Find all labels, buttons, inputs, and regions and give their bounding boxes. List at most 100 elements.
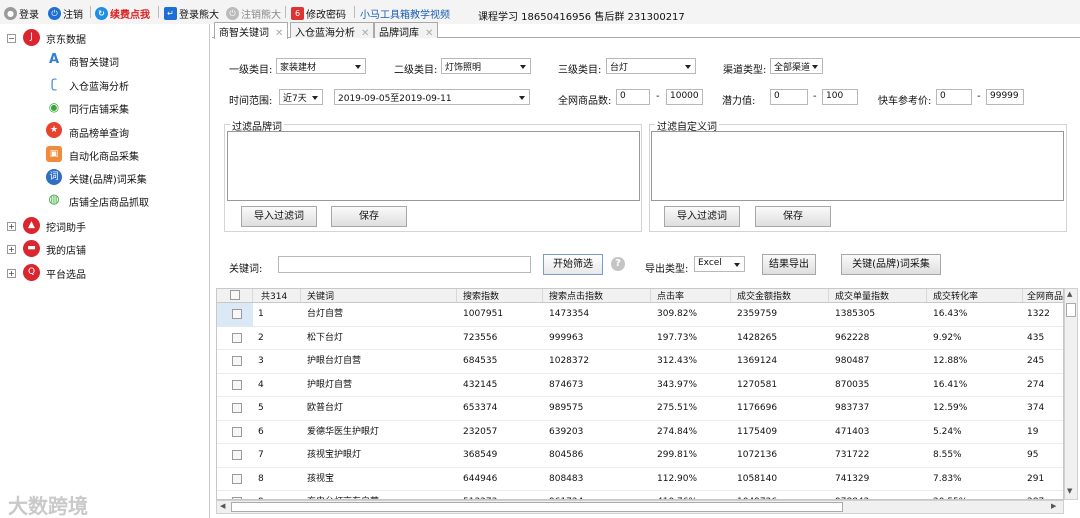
sidebar-item-auto-collect[interactable]: 自动化商品采集	[69, 148, 139, 163]
import-brand-filter-button[interactable]: 导入过滤词	[241, 206, 317, 227]
close-icon[interactable]: ✕	[425, 28, 433, 39]
tab-brand-library[interactable]: 品牌词库 ✕	[374, 22, 439, 39]
keyword-collect-button[interactable]: 关键(品牌)词采集	[841, 254, 941, 275]
renew-button[interactable]: ↻ 续费点我	[95, 6, 150, 21]
tab-keyword[interactable]: 商智关键词 ✕	[214, 22, 289, 39]
cat2-select[interactable]: 灯饰照明	[441, 58, 531, 74]
keyword-cell: 充电台灯京东自营	[301, 491, 457, 499]
filter-custom-textarea[interactable]	[651, 131, 1064, 201]
potential-min-input[interactable]: 0	[770, 89, 808, 105]
collapse-toggle[interactable]: −	[7, 34, 16, 43]
import-custom-filter-button[interactable]: 导入过滤词	[664, 206, 740, 227]
save-brand-filter-button[interactable]: 保存	[331, 206, 407, 227]
expand-toggle[interactable]: +	[7, 269, 16, 278]
group-jd-data[interactable]: 京东数据	[46, 31, 86, 46]
filter-brand-textarea[interactable]	[227, 131, 640, 201]
cat1-select[interactable]: 家装建材	[276, 58, 366, 74]
keyword-input[interactable]	[278, 256, 531, 273]
header-search-click-index[interactable]: 搜索点击指数	[543, 289, 651, 302]
potential-label: 潜力值:	[722, 96, 756, 107]
header-keyword[interactable]: 关键词	[301, 289, 457, 302]
potential-max-input[interactable]: 100	[822, 89, 858, 105]
export-result-button[interactable]: 结果导出	[762, 254, 816, 275]
header-count: 共314	[253, 289, 301, 302]
order-index-cell: 983737	[835, 403, 870, 413]
row-checkbox[interactable]	[232, 332, 242, 343]
table-row[interactable]: 9充电台灯京东自营513273961724410.76%104972697884…	[217, 491, 1063, 499]
logout-button[interactable]: ⏻ 注销	[48, 6, 83, 21]
scroll-thumb[interactable]	[1066, 303, 1076, 317]
express-price-min-input[interactable]: 0	[936, 89, 972, 105]
date-range-select[interactable]: 2019-09-05至2019-09-11	[334, 89, 530, 105]
cat1-label: 一级类目:	[229, 65, 273, 76]
table-row[interactable]: 6 爱德华医生护眼灯 232057 639203 274.84% 1175409 47140…	[217, 421, 1063, 444]
help-icon[interactable]: ?	[611, 257, 625, 271]
close-icon[interactable]: ✕	[361, 28, 369, 39]
login-jd-button[interactable]: ↵ 登录熊大	[164, 6, 219, 21]
row-checkbox[interactable]	[232, 450, 242, 460]
group-platform-select[interactable]: 平台选品	[46, 266, 86, 281]
table-row[interactable]: 4 护眼灯自营 432145 874673 343.97% 1270581 870035 16…	[217, 374, 1063, 397]
change-password-button[interactable]: 6 修改密码	[291, 6, 346, 21]
sidebar-item-blue-ocean[interactable]: 入仓蓝海分析	[69, 78, 129, 93]
export-type-select[interactable]: Excel	[694, 256, 745, 272]
header-order-index[interactable]: 成交单量指数	[829, 289, 927, 302]
express-price-max-input[interactable]: 99999	[986, 89, 1024, 105]
expand-toggle[interactable]: +	[7, 245, 16, 254]
scroll-thumb[interactable]	[231, 502, 843, 512]
row-checkbox[interactable]	[232, 379, 242, 390]
header-total-goods[interactable]: 全网商品	[1023, 289, 1063, 302]
expand-toggle[interactable]: +	[7, 222, 16, 231]
scroll-right-icon[interactable]: ▶	[1051, 502, 1056, 510]
sidebar-item-shop-grab[interactable]: 店铺全店商品抓取	[69, 194, 149, 209]
header-ctr[interactable]: 点击率	[651, 289, 731, 302]
channel-select[interactable]: 全部渠道	[770, 58, 823, 74]
save-custom-filter-button[interactable]: 保存	[755, 206, 831, 227]
scroll-up-icon[interactable]: ▲	[1067, 290, 1072, 298]
table-row[interactable]: 7 孩视宝护眼灯 368549 804586 299.81% 1072136 731722 8…	[217, 444, 1063, 468]
row-checkbox[interactable]	[232, 426, 242, 437]
conversion-cell: 12.59%	[933, 403, 968, 413]
order-index-cell: 978842	[829, 491, 927, 499]
scroll-left-icon[interactable]: ◀	[220, 502, 225, 510]
order-index-cell: 980487	[835, 356, 870, 366]
scroll-down-icon[interactable]: ▼	[1067, 487, 1072, 495]
ctr-cell: 343.97%	[657, 379, 698, 390]
video-link[interactable]: 小马工具箱教学视频	[360, 6, 450, 21]
header-search-index[interactable]: 搜索指数	[457, 289, 543, 302]
close-icon[interactable]: ✕	[275, 28, 283, 39]
header-gmv-index[interactable]: 成交金额指数	[731, 289, 829, 302]
table-row[interactable]: 2 松下台灯 723556 999963 197.73% 1428265 962228 9.9…	[217, 327, 1063, 350]
total-goods-min-input[interactable]: 0	[616, 89, 650, 105]
sidebar-item-rank[interactable]: 商品榜单查询	[69, 125, 129, 140]
login-button[interactable]: ● 登录	[4, 6, 39, 21]
power-icon: ⏻	[226, 6, 239, 20]
horizontal-scrollbar[interactable]: ◀ ▶	[216, 500, 1064, 514]
sidebar-item-keyword[interactable]: 商智关键词	[69, 54, 119, 69]
table-row[interactable]: 3 护眼台灯自营 684535 1028372 312.43% 1369124 980487…	[217, 350, 1063, 374]
group-my-shop[interactable]: 我的店铺	[46, 242, 86, 257]
row-checkbox[interactable]	[232, 356, 242, 366]
row-index: 8	[258, 473, 264, 484]
vertical-scrollbar[interactable]: ▲ ▼	[1064, 288, 1078, 500]
row-select-cell	[217, 303, 253, 327]
row-checkbox[interactable]	[232, 309, 242, 319]
row-checkbox[interactable]	[232, 403, 242, 413]
total-goods-max-input[interactable]: 10000	[666, 89, 703, 105]
cat3-select[interactable]: 台灯	[606, 58, 696, 74]
logout-jd-button[interactable]: ⏻ 注销熊大	[226, 6, 281, 21]
total-goods-cell: 291	[1027, 473, 1045, 484]
tab-blue-ocean[interactable]: 入仓蓝海分析 ✕	[290, 22, 375, 39]
header-select-cell	[217, 289, 253, 302]
table-row[interactable]: 1 台灯自营 1007951 1473354 309.82% 2359759 1385305…	[217, 303, 1063, 327]
table-row[interactable]: 8 孩视宝 644946 808483 112.90% 1058140 741329 7.83…	[217, 468, 1063, 491]
group-mining[interactable]: 挖词助手	[46, 219, 86, 234]
start-filter-button[interactable]: 开始筛选	[543, 254, 603, 275]
sidebar-item-brand-word[interactable]: 关键(品牌)词采集	[69, 171, 147, 186]
select-all-checkbox[interactable]	[230, 290, 240, 300]
sidebar-item-peer-shop[interactable]: 同行店铺采集	[69, 101, 129, 116]
table-row[interactable]: 5 欧普台灯 653374 989575 275.51% 1176696 983737 12.…	[217, 397, 1063, 421]
row-checkbox[interactable]	[232, 473, 242, 484]
time-select[interactable]: 近7天	[279, 89, 323, 105]
header-conversion[interactable]: 成交转化率	[927, 289, 1023, 302]
